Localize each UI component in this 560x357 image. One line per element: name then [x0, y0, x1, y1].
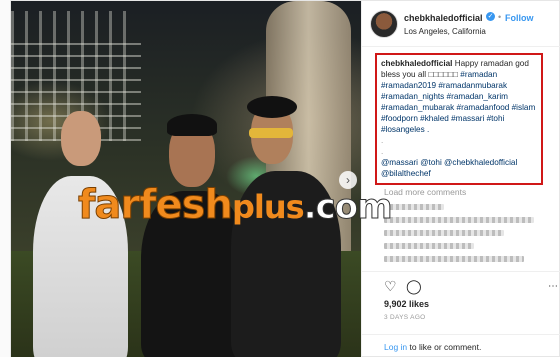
login-link[interactable]: Log in — [384, 342, 407, 352]
login-prompt: Log in to like or comment. — [362, 334, 560, 357]
post-header: chebkhaledofficial ✓ • Follow Los Angele… — [362, 1, 560, 47]
watermark-farfesh: farfesh — [78, 182, 234, 229]
heart-icon[interactable]: ♡ — [384, 278, 397, 295]
watermark-plus: plus — [231, 188, 305, 226]
blurred-comment-line — [384, 243, 474, 249]
caption-dot-1: . — [381, 136, 384, 145]
watermark-logo: farfeshplus.com — [78, 182, 478, 242]
location-link[interactable]: Los Angeles, California — [404, 27, 486, 36]
verified-badge-icon: ✓ — [486, 12, 495, 21]
like-count[interactable]: 9,902 likes — [384, 299, 429, 309]
avatar[interactable] — [370, 10, 398, 38]
person-left-head — [61, 111, 101, 166]
caption-dot-2: . — [381, 147, 384, 156]
post-sidebar: chebkhaledofficial ✓ • Follow Los Angele… — [361, 1, 560, 357]
follow-button[interactable]: Follow — [505, 13, 534, 23]
more-options-icon[interactable]: ⋯ — [548, 281, 558, 292]
post-timestamp[interactable]: 3 DAYS AGO — [384, 314, 426, 321]
header-separator: • — [498, 12, 502, 22]
person-center-hair — [167, 114, 217, 136]
login-prompt-text: to like or comment. — [407, 342, 482, 352]
header-username[interactable]: chebkhaledofficial — [404, 13, 483, 23]
caption-username[interactable]: chebkhaledofficial — [381, 59, 452, 68]
person-right-hair — [247, 96, 297, 118]
blurred-comment-line — [384, 256, 524, 262]
caption: chebkhaledofficial Happy ramadan god ble… — [381, 58, 537, 179]
comment-icon[interactable]: ◯ — [406, 278, 422, 295]
action-bar: ♡ ◯ — [362, 271, 560, 297]
person-right-glasses — [249, 128, 293, 138]
caption-mentions[interactable]: @massari @tohi @chebkhaledofficial @bila… — [381, 158, 517, 178]
caption-highlight-box: chebkhaledofficial Happy ramadan god ble… — [375, 53, 543, 185]
post-photo[interactable]: › — [11, 1, 361, 357]
watermark-com: .com — [303, 187, 393, 228]
instagram-post: › chebkhaledofficial ✓ • Follow Los Ange… — [10, 0, 560, 357]
caption-hashtags[interactable]: #ramadan #ramadan2019 #ramadanmubarak #r… — [381, 70, 535, 134]
